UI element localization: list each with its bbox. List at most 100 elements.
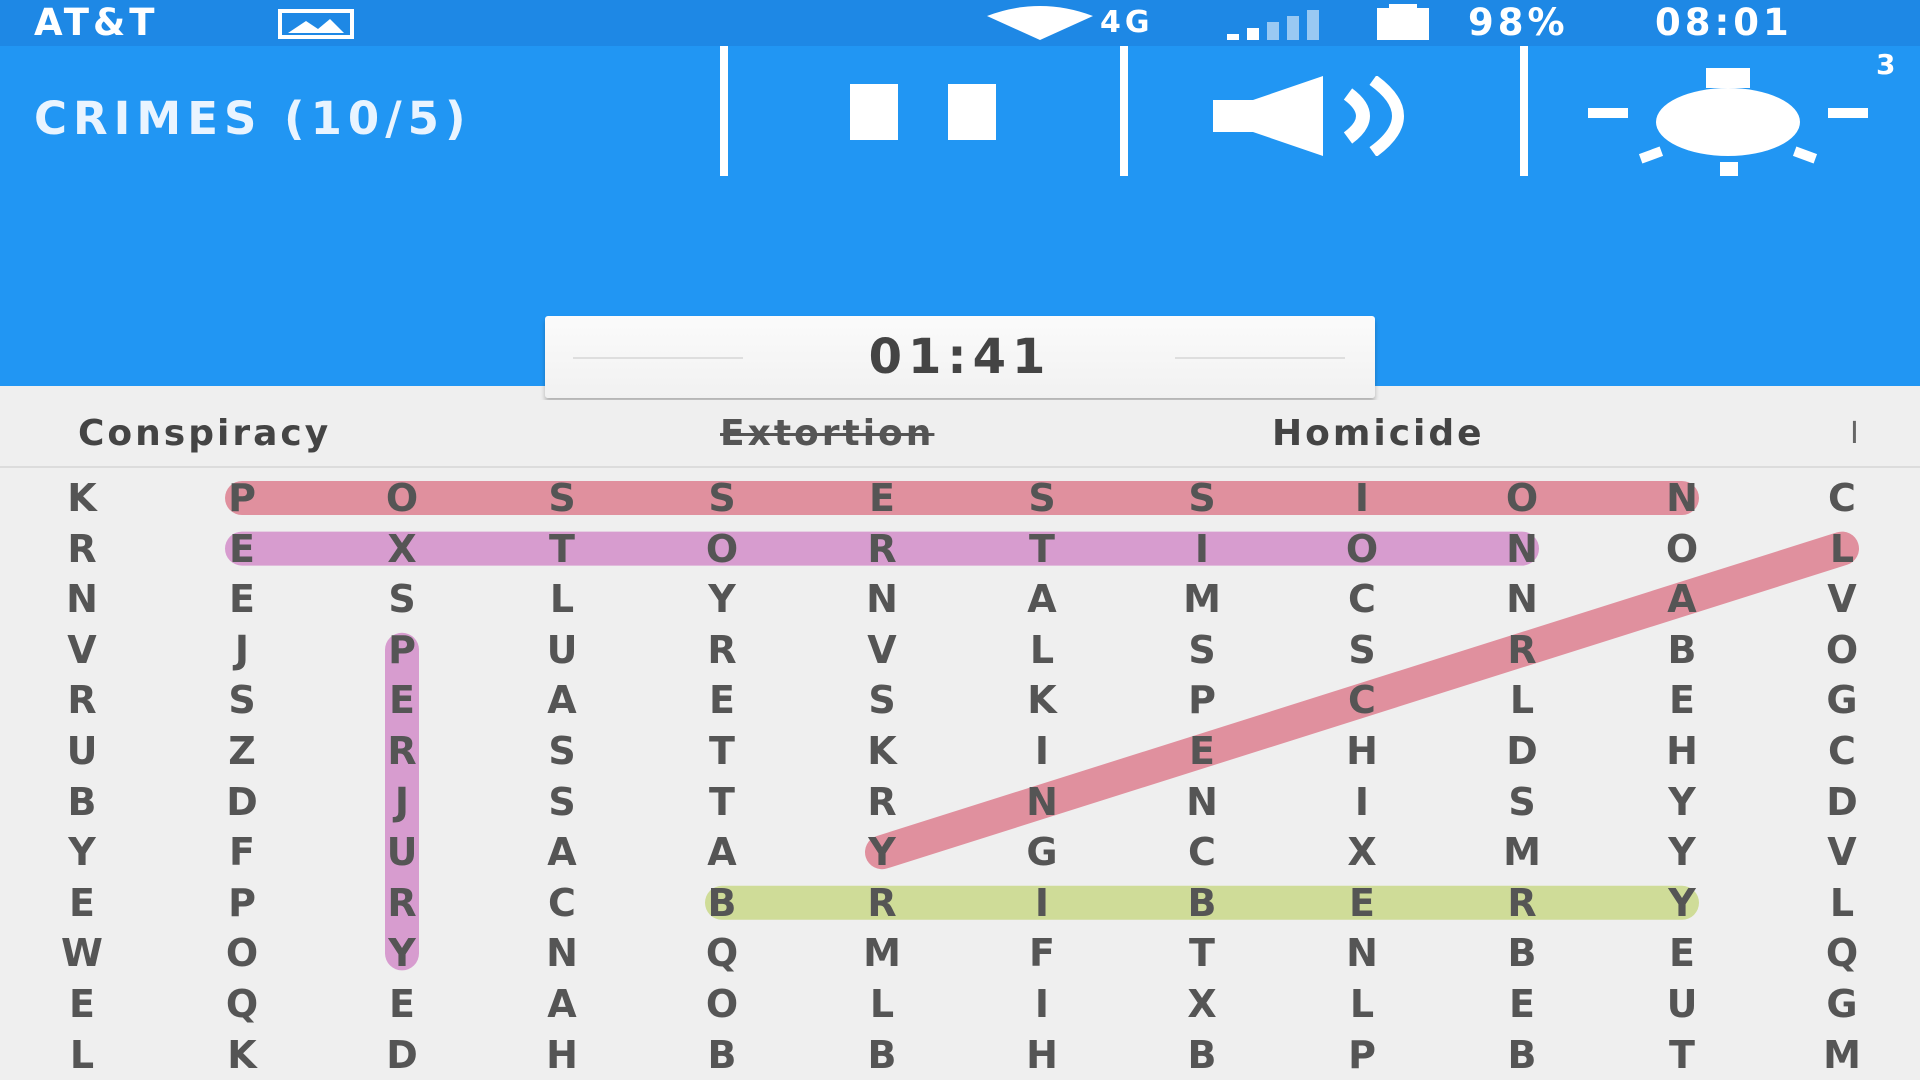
grid-cell[interactable]: G xyxy=(962,827,1122,877)
grid-cell[interactable]: N xyxy=(962,777,1122,827)
grid-cell[interactable]: S xyxy=(1122,473,1282,523)
grid-cell[interactable]: O xyxy=(1442,473,1602,523)
word-search-grid[interactable]: KPOSSESSIONCREXTORTIONOLNESLYNAMCNAVVJPU… xyxy=(0,470,1920,1080)
grid-cell[interactable]: Q xyxy=(642,928,802,978)
grid-cell[interactable]: D xyxy=(1762,777,1920,827)
grid-cell[interactable]: U xyxy=(1602,979,1762,1029)
grid-cell[interactable]: Q xyxy=(162,979,322,1029)
grid-cell[interactable]: B xyxy=(1602,625,1762,675)
grid-cell[interactable]: S xyxy=(482,726,642,776)
grid-cell[interactable]: E xyxy=(322,675,482,725)
grid-cell[interactable]: C xyxy=(1122,827,1282,877)
grid-cell[interactable]: R xyxy=(1442,878,1602,928)
grid-cell[interactable]: D xyxy=(322,1030,482,1080)
grid-cell[interactable]: Z xyxy=(162,726,322,776)
grid-cell[interactable]: S xyxy=(962,473,1122,523)
grid-cell[interactable]: L xyxy=(1762,878,1920,928)
grid-cell[interactable]: C xyxy=(1282,675,1442,725)
grid-cell[interactable]: L xyxy=(962,625,1122,675)
grid-cell[interactable]: B xyxy=(1442,928,1602,978)
grid-cell[interactable]: T xyxy=(642,777,802,827)
grid-cell[interactable]: B xyxy=(2,777,162,827)
grid-cell[interactable]: T xyxy=(1602,1030,1762,1080)
grid-cell[interactable]: E xyxy=(322,979,482,1029)
word-list[interactable]: Conspiracy Extortion Homicide I xyxy=(0,400,1920,468)
grid-cell[interactable]: P xyxy=(162,878,322,928)
grid-cell[interactable]: S xyxy=(642,473,802,523)
grid-cell[interactable]: U xyxy=(2,726,162,776)
grid-cell[interactable]: E xyxy=(162,524,322,574)
grid-cell[interactable]: T xyxy=(1122,928,1282,978)
grid-cell[interactable]: X xyxy=(1282,827,1442,877)
grid-cell[interactable]: H xyxy=(962,1030,1122,1080)
grid-cell[interactable]: D xyxy=(162,777,322,827)
grid-cell[interactable]: O xyxy=(1762,625,1920,675)
grid-cell[interactable]: T xyxy=(482,524,642,574)
grid-cell[interactable]: E xyxy=(1602,675,1762,725)
grid-cell[interactable]: B xyxy=(642,878,802,928)
grid-cell[interactable]: O xyxy=(1602,524,1762,574)
grid-cell[interactable]: E xyxy=(1442,979,1602,1029)
grid-cell[interactable]: L xyxy=(482,574,642,624)
grid-cell[interactable]: G xyxy=(1762,979,1920,1029)
grid-cell[interactable]: O xyxy=(322,473,482,523)
grid-cell[interactable]: L xyxy=(1442,675,1602,725)
grid-cell[interactable]: Y xyxy=(1602,827,1762,877)
grid-cell[interactable]: N xyxy=(1442,574,1602,624)
grid-cell[interactable]: U xyxy=(482,625,642,675)
grid-cell[interactable]: K xyxy=(2,473,162,523)
grid-cell[interactable]: S xyxy=(322,574,482,624)
grid-cell[interactable]: E xyxy=(642,675,802,725)
grid-cell[interactable]: C xyxy=(1762,473,1920,523)
grid-cell[interactable]: N xyxy=(2,574,162,624)
grid-cell[interactable]: V xyxy=(1762,827,1920,877)
grid-cell[interactable]: W xyxy=(2,928,162,978)
grid-cell[interactable]: M xyxy=(1442,827,1602,877)
grid-cell[interactable]: P xyxy=(322,625,482,675)
grid-cell[interactable]: S xyxy=(482,777,642,827)
grid-cell[interactable]: J xyxy=(322,777,482,827)
grid-cell[interactable]: K xyxy=(802,726,962,776)
grid-cell[interactable]: E xyxy=(2,878,162,928)
grid-cell[interactable]: P xyxy=(1122,675,1282,725)
grid-cell[interactable]: V xyxy=(2,625,162,675)
grid-cell[interactable]: X xyxy=(1122,979,1282,1029)
grid-cell[interactable]: L xyxy=(1762,524,1920,574)
grid-cell[interactable]: R xyxy=(2,675,162,725)
grid-cell[interactable]: T xyxy=(962,524,1122,574)
grid-cell[interactable]: O xyxy=(642,524,802,574)
grid-cell[interactable]: I xyxy=(962,979,1122,1029)
grid-cell[interactable]: Y xyxy=(322,928,482,978)
grid-cell[interactable]: V xyxy=(1762,574,1920,624)
grid-cell[interactable]: N xyxy=(1602,473,1762,523)
grid-cell[interactable]: Y xyxy=(2,827,162,877)
grid-cell[interactable]: N xyxy=(1282,928,1442,978)
grid-cell[interactable]: N xyxy=(482,928,642,978)
grid-cell[interactable]: F xyxy=(162,827,322,877)
grid-cell[interactable]: E xyxy=(1122,726,1282,776)
grid-cell[interactable]: I xyxy=(1282,473,1442,523)
sound-toggle-button[interactable] xyxy=(1128,46,1520,176)
grid-cell[interactable]: R xyxy=(802,524,962,574)
grid-cell[interactable]: L xyxy=(802,979,962,1029)
grid-cell[interactable]: C xyxy=(1762,726,1920,776)
grid-cell[interactable]: T xyxy=(642,726,802,776)
grid-cell[interactable]: B xyxy=(1442,1030,1602,1080)
grid-cell[interactable]: Y xyxy=(1602,878,1762,928)
grid-cell[interactable]: M xyxy=(1122,574,1282,624)
grid-cell[interactable]: S xyxy=(1282,625,1442,675)
grid-cell[interactable]: A xyxy=(482,675,642,725)
grid-cell[interactable]: R xyxy=(1442,625,1602,675)
grid-cell[interactable]: I xyxy=(962,878,1122,928)
grid-cell[interactable]: L xyxy=(2,1030,162,1080)
grid-cell[interactable]: O xyxy=(642,979,802,1029)
grid-cell[interactable]: M xyxy=(802,928,962,978)
grid-cell[interactable]: X xyxy=(322,524,482,574)
grid-cell[interactable]: B xyxy=(1122,878,1282,928)
grid-cell[interactable]: N xyxy=(802,574,962,624)
grid-cell[interactable]: E xyxy=(2,979,162,1029)
grid-cell[interactable]: R xyxy=(802,777,962,827)
grid-cell[interactable]: F xyxy=(962,928,1122,978)
grid-cell[interactable]: O xyxy=(162,928,322,978)
grid-cell[interactable]: K xyxy=(962,675,1122,725)
